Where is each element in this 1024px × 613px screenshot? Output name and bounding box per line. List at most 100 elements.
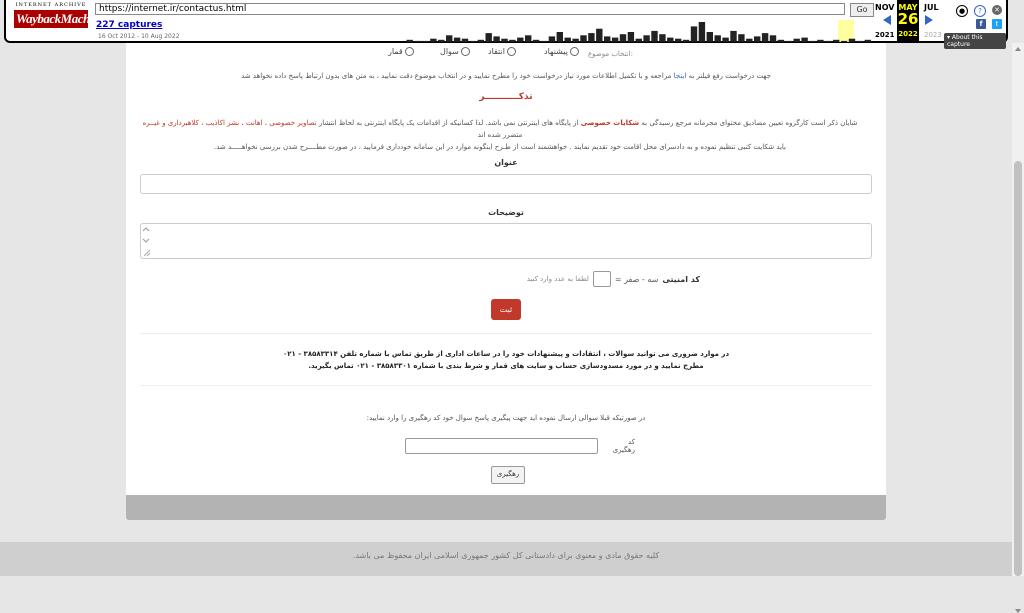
divider [140,333,872,334]
capture-bar [596,28,603,42]
captcha-label: کد امنیتی [662,274,700,284]
capture-bar [856,40,864,42]
close-icon[interactable]: ✕ [992,5,1002,15]
description-label: توضیحات [488,208,524,217]
unfilter-link[interactable]: اینجا [674,72,687,80]
track-button[interactable]: رهگیری [491,466,525,484]
capture-bar [540,40,548,42]
capture-bar [461,38,469,42]
capture-bar [453,37,461,42]
capture-bar [754,36,761,42]
divider [140,385,872,386]
topic-option-gambling[interactable]: قمار [388,47,414,56]
capture-bar [446,35,453,42]
page-scrollbar[interactable] [1012,43,1024,613]
tracking-row: کد رهگیری [405,437,635,455]
scroll-down-icon[interactable] [1015,609,1021,613]
capture-bar [627,32,635,42]
captcha-question: سه - صفر = [614,274,659,284]
capture-bar [604,36,611,42]
logo-top-text: INTERNET ARCHIVE [15,2,87,8]
capture-sparkline[interactable] [406,20,872,42]
topic-option-suggestion[interactable]: پیشنهاد [544,47,579,56]
capture-bar [833,39,840,42]
calendar-nav: NOV MAY 26 2022 JUL 2021 2023 [872,0,952,43]
facebook-icon[interactable]: f [976,19,986,29]
prev-month[interactable]: NOV [875,3,894,12]
tracking-code-input[interactable] [405,438,598,454]
capture-bar [738,34,745,42]
radio-icon[interactable] [460,47,470,56]
footer: کلیه حقوق مادی و معنوی برای دادستانی کل … [0,542,1012,576]
contact-info: در موارد ضروری می توانید سوالات ، انتقاد… [282,350,730,370]
current-day: 26 [897,10,919,28]
capture-bar [438,39,445,42]
capture-bar [580,35,587,42]
capture-bar [469,40,477,42]
capture-bar [430,38,437,42]
scroll-thumb[interactable] [1014,161,1022,576]
contact-form-card [126,43,886,495]
capture-bar [588,33,595,42]
title-input[interactable] [140,174,872,194]
capture-bar [817,39,824,42]
wayback-logo[interactable]: INTERNET ARCHIVE WaybackMachine [14,2,105,38]
capture-bar [675,38,682,42]
capture-bar [785,40,792,42]
capture-bar [746,38,753,42]
capture-bar [793,38,800,42]
capture-bar [556,32,563,42]
capture-bar [714,35,721,42]
tracking-label: کد رهگیری [612,438,635,454]
capture-bar [422,40,429,42]
capture-bar [643,35,650,42]
capture-bar [509,39,516,42]
go-button[interactable]: Go [850,3,874,17]
capture-bar [532,39,540,42]
prev-capture-arrow-icon[interactable] [883,15,891,25]
capture-bar [730,30,737,42]
radio-icon[interactable] [404,47,414,56]
capture-bar [722,37,729,42]
submit-button[interactable]: ثبت [491,299,521,320]
captures-link[interactable]: 227 captures [96,20,162,30]
textarea-scrollbar[interactable] [141,224,151,258]
twitter-icon[interactable]: t [992,19,1002,29]
captcha-input[interactable] [592,271,611,287]
user-icon[interactable]: ● [956,5,968,17]
capture-bar [406,39,413,42]
url-input[interactable]: https://internet.ir/contactus.html [95,3,845,15]
help-icon[interactable]: ? [974,5,986,17]
radio-icon[interactable] [506,47,516,56]
capture-bar [651,30,658,42]
capture-bar [501,38,508,42]
topic-option-criticism[interactable]: انتقاد [488,47,516,56]
captcha-row: کد امنیتی سه - صفر = لطفا به عدد وارد کن… [300,270,700,288]
intro-text: جهت درخواست رفع فیلتر به اینجا مراجعه و … [241,72,771,80]
capture-bar [769,35,777,42]
next-month[interactable]: JUL [924,3,939,12]
current-capture: MAY 26 2022 [897,0,919,43]
capture-bar [493,36,500,42]
capture-bar [477,39,484,42]
topic-options: پیشنهاد انتقاد سوال قمار [360,47,650,61]
about-capture-button[interactable]: ▾ About this capture [944,33,1006,49]
next-year: 2023 [924,31,942,39]
capture-bar [698,22,706,42]
description-textarea[interactable] [140,223,872,259]
capture-bar [611,37,619,42]
capture-bar [761,33,769,42]
capture-bar [635,38,642,42]
capture-bar [525,35,532,42]
card-bottom-bar [126,495,886,520]
radio-icon[interactable] [569,47,579,56]
capture-bar [848,38,856,42]
next-capture-arrow-icon[interactable] [925,15,933,25]
capture-bar [414,40,421,42]
scroll-up-icon[interactable] [1015,47,1021,51]
capture-bar [548,36,556,42]
topic-option-question[interactable]: سوال [440,47,470,56]
prev-year[interactable]: 2021 [875,31,894,39]
capture-bar [564,37,571,42]
capture-bar [809,40,816,42]
